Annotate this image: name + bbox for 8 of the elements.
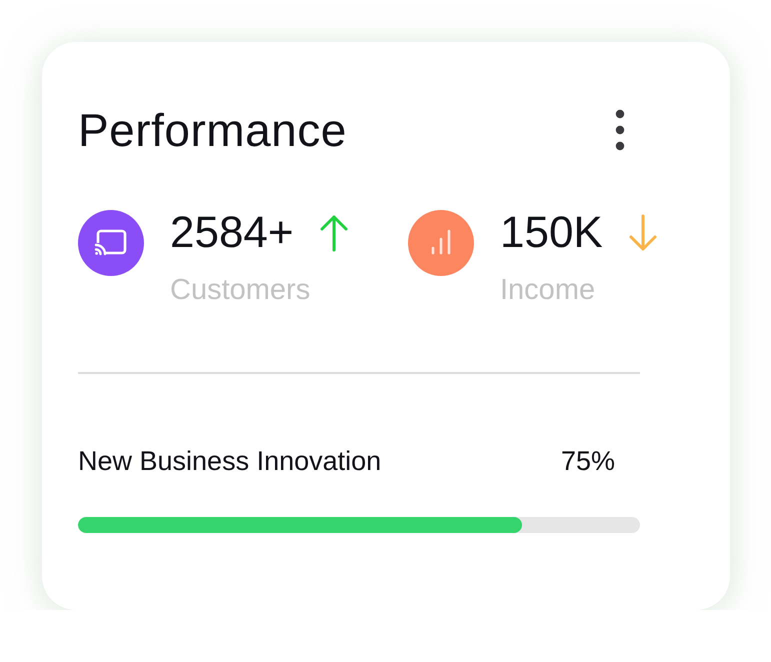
stat-value: 2584+ xyxy=(170,210,294,256)
more-options-icon[interactable] xyxy=(615,109,625,151)
stat-value: 150K xyxy=(500,210,603,256)
stat-label: Customers xyxy=(170,273,312,308)
card-title: Performance xyxy=(78,103,347,158)
progress-label: New Business Innovation xyxy=(78,445,382,478)
progress-value: 75% xyxy=(560,445,615,478)
stat-label: Income xyxy=(500,273,596,308)
